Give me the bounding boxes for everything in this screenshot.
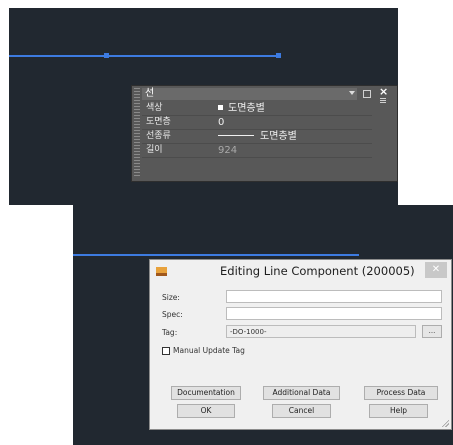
dialog-titlebar[interactable]: Editing Line Component (200005) ✕: [150, 260, 451, 281]
resize-grip-icon[interactable]: [441, 419, 449, 427]
property-label: 선종류: [146, 131, 171, 141]
color-swatch-icon: [218, 105, 223, 110]
cancel-button[interactable]: Cancel: [272, 404, 331, 418]
manual-update-tag-checkbox[interactable]: [162, 347, 170, 355]
palette-drag-handle[interactable]: [134, 88, 140, 176]
line-endpoint-grip[interactable]: [276, 53, 281, 58]
selected-line[interactable]: [73, 254, 359, 256]
editing-line-component-dialog: Editing Line Component (200005) ✕ Size: …: [149, 259, 452, 430]
spec-input[interactable]: [226, 307, 442, 320]
palette-menu-icon[interactable]: [380, 98, 386, 104]
chevron-down-icon[interactable]: [349, 91, 355, 95]
additional-data-button[interactable]: Additional Data: [263, 386, 340, 400]
property-value[interactable]: 0: [218, 116, 224, 129]
linetype-sample-icon: [218, 135, 254, 136]
property-value[interactable]: 도면층별: [218, 130, 297, 143]
help-button[interactable]: Help: [369, 404, 428, 418]
selected-line[interactable]: [9, 55, 279, 57]
property-label: 색상: [146, 103, 163, 113]
property-label: 길이: [146, 145, 163, 155]
palette-object-type-select[interactable]: 선: [142, 88, 357, 100]
manual-update-tag-label[interactable]: Manual Update Tag: [173, 346, 245, 356]
property-row-layer[interactable]: 도면층 0: [142, 116, 372, 130]
palette-title: 선: [145, 88, 155, 99]
spec-label: Spec:: [162, 310, 183, 319]
property-row-length: 길이 924: [142, 144, 372, 158]
close-icon[interactable]: ×: [379, 86, 388, 97]
ok-button[interactable]: OK: [177, 404, 235, 418]
tag-browse-button[interactable]: ...: [422, 325, 442, 338]
process-data-button[interactable]: Process Data: [364, 386, 438, 400]
drawing-viewport-top[interactable]: 선 × 색상 도면층별 도면층 0 선종류 도면층별 길이 924: [9, 8, 398, 205]
tag-value: -DO-1000-: [230, 328, 267, 336]
documentation-button[interactable]: Documentation: [171, 386, 241, 400]
tag-input: -DO-1000-: [226, 325, 416, 338]
dialog-title: Editing Line Component (200005): [220, 264, 415, 278]
property-value[interactable]: 도면층별: [218, 102, 265, 115]
palette-property-list: 색상 도면층별 도면층 0 선종류 도면층별 길이 924: [142, 102, 372, 158]
select-objects-icon[interactable]: [363, 90, 371, 98]
line-midpoint-grip[interactable]: [104, 53, 109, 58]
size-label: Size:: [162, 293, 180, 302]
property-row-linetype[interactable]: 선종류 도면층별: [142, 130, 372, 144]
property-label: 도면층: [146, 117, 171, 127]
app-icon: [156, 267, 167, 276]
close-button[interactable]: ✕: [425, 262, 447, 278]
quick-properties-palette: 선 × 색상 도면층별 도면층 0 선종류 도면층별 길이 924: [131, 85, 398, 182]
property-value: 924: [218, 145, 238, 156]
size-input[interactable]: [226, 290, 442, 303]
tag-label: Tag:: [162, 328, 178, 337]
property-row-color[interactable]: 색상 도면층별: [142, 102, 372, 116]
